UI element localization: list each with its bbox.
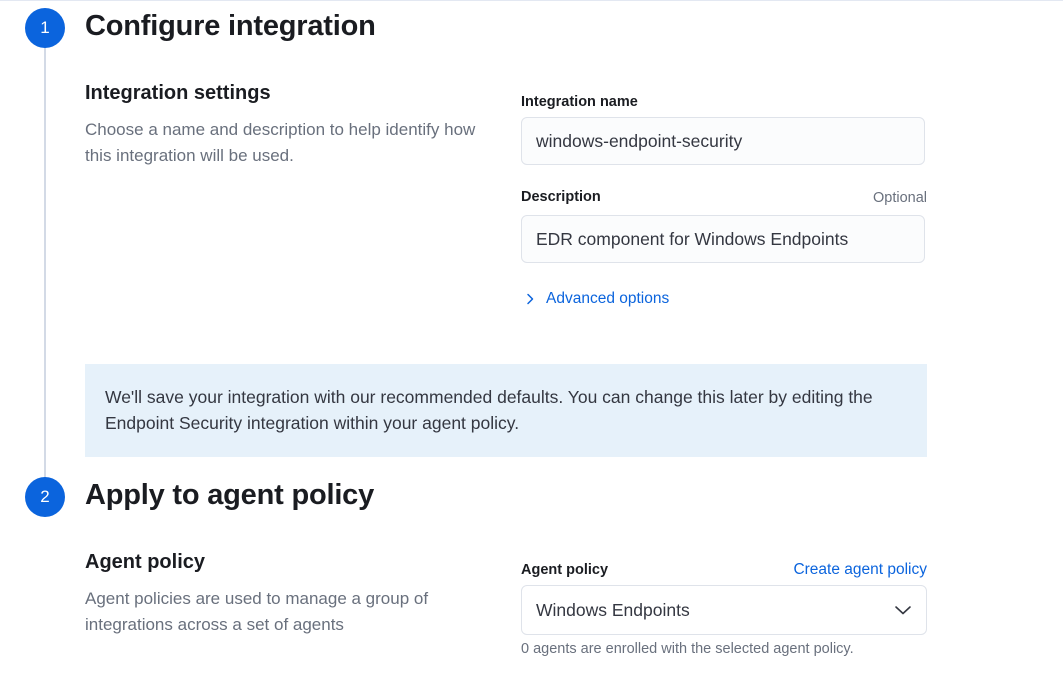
step-2-number: 2 (25, 477, 65, 517)
agent-policy-label: Agent policy (521, 562, 609, 578)
agent-policy-selected-value: Windows Endpoints (536, 599, 690, 620)
fleet-add-integration-page: 1 Configure integration Integration sett… (0, 0, 1063, 679)
step-1-number: 1 (25, 8, 65, 48)
chevron-down-icon (894, 604, 912, 616)
steps-connector-line (44, 44, 46, 496)
callout-text: We'll save your integration with our rec… (105, 387, 873, 433)
step-1-title: Configure integration (85, 10, 376, 42)
chevron-right-icon (521, 290, 539, 308)
integration-name-input[interactable]: windows-endpoint-security (521, 117, 925, 165)
integration-settings-description: Choose a name and description to help id… (85, 120, 476, 165)
agent-policy-description: Agent policies are used to manage a grou… (85, 589, 429, 634)
advanced-options-toggle[interactable]: Advanced options (521, 288, 669, 310)
agent-policy-help-text: 0 agents are enrolled with the selected … (521, 641, 854, 657)
description-value: EDR component for Windows Endpoints (536, 228, 849, 249)
description-optional-hint: Optional (872, 190, 927, 206)
description-label: Description (521, 189, 601, 205)
advanced-options-label: Advanced options (546, 290, 670, 307)
agent-policy-section-title: Agent policy (85, 551, 206, 573)
create-agent-policy-link[interactable]: Create agent policy (793, 561, 927, 579)
step-2-title: Apply to agent policy (85, 479, 375, 511)
top-divider (0, 0, 1063, 1)
description-input[interactable]: EDR component for Windows Endpoints (521, 215, 925, 263)
integration-name-value: windows-endpoint-security (536, 130, 743, 151)
agent-policy-select[interactable]: Windows Endpoints (521, 585, 927, 635)
integration-name-label: Integration name (521, 94, 638, 110)
integration-settings-title: Integration settings (85, 82, 271, 104)
recommended-defaults-callout: We'll save your integration with our rec… (85, 364, 927, 457)
